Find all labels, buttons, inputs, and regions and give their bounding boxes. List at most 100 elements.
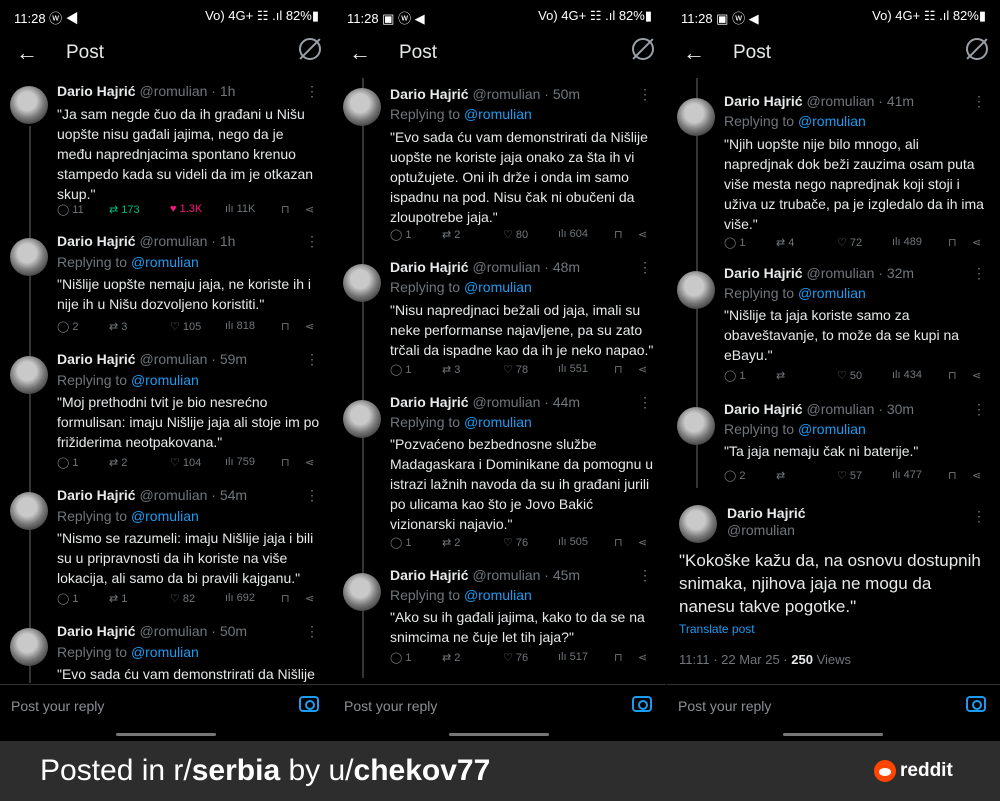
comment-icon[interactable]: ◯ 1: [724, 236, 746, 249]
bookmark-icon[interactable]: ⊓: [614, 536, 623, 549]
bookmark-icon[interactable]: ⊓: [281, 456, 290, 469]
camera-icon[interactable]: [966, 696, 986, 712]
repost-icon[interactable]: ⇄ 2: [109, 456, 127, 469]
avatar[interactable]: [10, 238, 48, 276]
views-icon[interactable]: ılı 477: [892, 469, 922, 481]
repost-icon[interactable]: ⇄ 2: [442, 651, 460, 664]
back-arrow-icon[interactable]: ←: [683, 40, 705, 66]
thread-feed[interactable]: Dario Hajrić @romulian · 1h ⋮ "Ja sam ne…: [0, 78, 333, 683]
comment-icon[interactable]: ◯ 1: [390, 536, 412, 549]
share-icon[interactable]: ⋖: [638, 651, 647, 664]
more-icon[interactable]: ⋮: [972, 508, 986, 525]
tweet-author[interactable]: Dario Hajrić @romulian · 41m: [724, 93, 914, 109]
like-icon[interactable]: ♡ 78: [503, 363, 528, 376]
tweet-author[interactable]: Dario Hajrić @romulian · 48m: [390, 259, 580, 275]
like-icon[interactable]: ♡ 80: [503, 228, 528, 241]
reply-bar[interactable]: Post your reply: [0, 684, 333, 728]
repost-icon[interactable]: ⇄ 173: [109, 203, 140, 216]
views-icon[interactable]: ılı 692: [225, 592, 255, 604]
more-icon[interactable]: ⋮: [638, 259, 652, 276]
camera-icon[interactable]: [632, 696, 652, 712]
more-icon[interactable]: ⋮: [638, 394, 652, 411]
views-icon[interactable]: ılı 551: [558, 363, 588, 375]
more-icon[interactable]: ⋮: [972, 401, 986, 418]
more-icon[interactable]: ⋮: [638, 86, 652, 103]
views-icon[interactable]: ılı 517: [558, 651, 588, 663]
avatar[interactable]: [677, 407, 715, 445]
views-icon[interactable]: ılı 434: [892, 369, 922, 381]
avatar[interactable]: [677, 98, 715, 136]
share-icon[interactable]: ⋖: [972, 369, 981, 382]
more-icon[interactable]: ⋮: [638, 567, 652, 584]
share-icon[interactable]: ⋖: [305, 456, 314, 469]
repost-icon[interactable]: ⇄ 3: [442, 363, 460, 376]
avatar[interactable]: [679, 505, 717, 543]
back-arrow-icon[interactable]: ←: [349, 40, 371, 66]
main-author-name[interactable]: Dario Hajrić: [727, 505, 806, 521]
share-icon[interactable]: ⋖: [972, 236, 981, 249]
thread-feed[interactable]: Dario Hajrić @romulian · 50m ⋮ Replying …: [333, 78, 666, 683]
comment-icon[interactable]: ◯ 2: [724, 469, 746, 482]
bookmark-icon[interactable]: ⊓: [948, 469, 957, 482]
avatar[interactable]: [677, 271, 715, 309]
avatar[interactable]: [10, 492, 48, 530]
share-icon[interactable]: ⋖: [972, 469, 981, 482]
tweet-author[interactable]: Dario Hajrić @romulian · 32m: [724, 265, 914, 281]
comment-icon[interactable]: ◯ 1: [57, 456, 79, 469]
share-icon[interactable]: ⋖: [305, 203, 314, 216]
tweet-author[interactable]: Dario Hajrić @romulian · 30m: [724, 401, 914, 417]
more-icon[interactable]: ⋮: [305, 623, 319, 640]
reply-bar[interactable]: Post your reply: [333, 684, 666, 728]
tweet-author[interactable]: Dario Hajrić @romulian · 44m: [390, 394, 580, 410]
like-icon[interactable]: ♡ 104: [170, 456, 201, 469]
like-icon[interactable]: ♡ 82: [170, 592, 195, 605]
avatar[interactable]: [10, 628, 48, 666]
share-icon[interactable]: ⋖: [638, 228, 647, 241]
views-icon[interactable]: ılı 759: [225, 456, 255, 468]
like-icon[interactable]: ♡ 105: [170, 320, 201, 333]
more-icon[interactable]: ⋮: [305, 351, 319, 368]
repost-icon[interactable]: ⇄: [776, 469, 785, 482]
like-icon[interactable]: ♡ 76: [503, 651, 528, 664]
views-icon[interactable]: ılı 11K: [225, 203, 255, 215]
avatar[interactable]: [10, 86, 48, 124]
hide-icon[interactable]: [632, 38, 654, 60]
repost-icon[interactable]: ⇄ 2: [442, 228, 460, 241]
repost-icon[interactable]: ⇄ 1: [109, 592, 127, 605]
repost-icon[interactable]: ⇄ 3: [109, 320, 127, 333]
more-icon[interactable]: ⋮: [305, 83, 319, 100]
like-icon[interactable]: ♡ 72: [837, 236, 862, 249]
comment-icon[interactable]: ◯ 11: [57, 203, 84, 216]
more-icon[interactable]: ⋮: [972, 265, 986, 282]
repost-icon[interactable]: ⇄ 4: [776, 236, 794, 249]
tweet-author[interactable]: Dario Hajrić @romulian · 50m: [57, 623, 247, 639]
like-icon[interactable]: ♡ 50: [837, 369, 862, 382]
avatar[interactable]: [10, 356, 48, 394]
reply-input[interactable]: Post your reply: [678, 698, 771, 714]
views-icon[interactable]: ılı 818: [225, 320, 255, 332]
tweet-author[interactable]: Dario Hajrić @romulian · 1h: [57, 233, 235, 249]
more-icon[interactable]: ⋮: [305, 233, 319, 250]
bookmark-icon[interactable]: ⊓: [281, 592, 290, 605]
more-icon[interactable]: ⋮: [972, 93, 986, 110]
reply-input[interactable]: Post your reply: [344, 698, 437, 714]
views-icon[interactable]: ılı 505: [558, 536, 588, 548]
avatar[interactable]: [343, 573, 381, 611]
like-icon[interactable]: ♡ 76: [503, 536, 528, 549]
views-icon[interactable]: ılı 604: [558, 228, 588, 240]
translate-link[interactable]: Translate post: [679, 622, 755, 636]
thread-feed[interactable]: Dario Hajrić @romulian · 41m ⋮ Replying …: [667, 78, 1000, 741]
like-icon[interactable]: ♥ 1.3K: [170, 203, 202, 215]
hide-icon[interactable]: [299, 38, 321, 60]
tweet-author[interactable]: Dario Hajrić @romulian · 50m: [390, 86, 580, 102]
bookmark-icon[interactable]: ⊓: [614, 228, 623, 241]
bookmark-icon[interactable]: ⊓: [948, 369, 957, 382]
repost-icon[interactable]: ⇄ 2: [442, 536, 460, 549]
main-author-handle[interactable]: @romulian: [727, 522, 795, 538]
avatar[interactable]: [343, 88, 381, 126]
comment-icon[interactable]: ◯ 2: [57, 320, 79, 333]
comment-icon[interactable]: ◯ 1: [724, 369, 746, 382]
share-icon[interactable]: ⋖: [305, 592, 314, 605]
back-arrow-icon[interactable]: ←: [16, 40, 38, 66]
tweet-author[interactable]: Dario Hajrić @romulian · 1h: [57, 83, 235, 99]
